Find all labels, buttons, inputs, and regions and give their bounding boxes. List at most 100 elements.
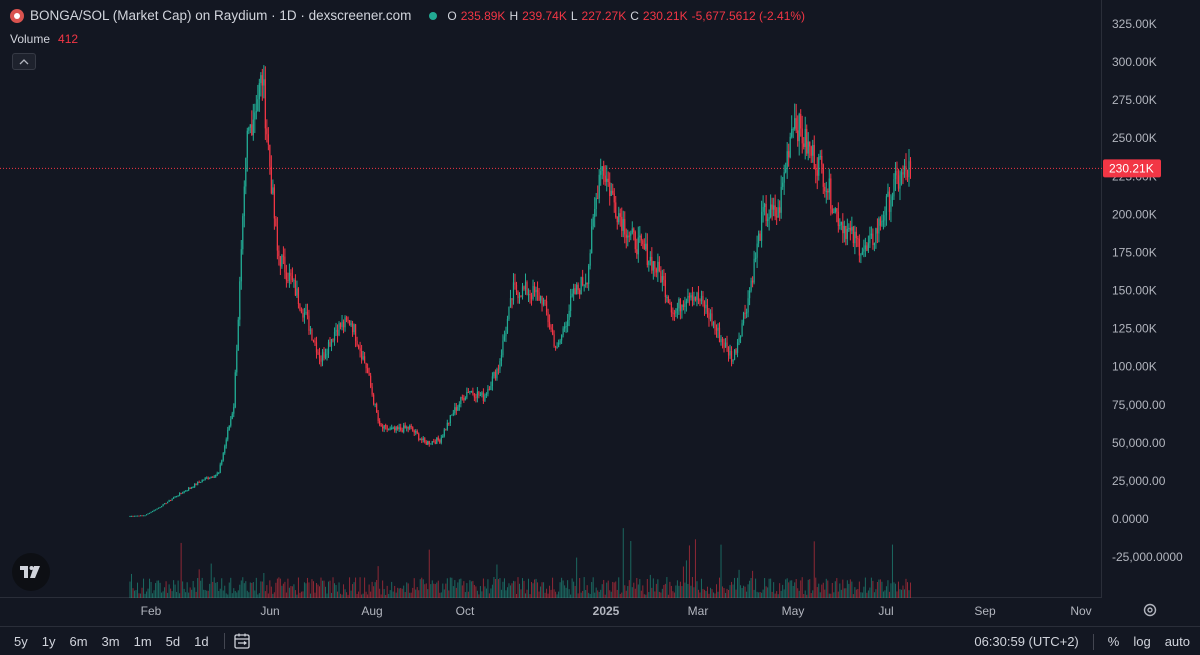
candle-body — [621, 216, 623, 231]
volume-bar — [821, 584, 823, 598]
candle-body — [666, 296, 668, 298]
candle-body — [395, 426, 397, 431]
log-scale-button[interactable]: log — [1133, 634, 1150, 649]
candle-body — [150, 511, 152, 513]
volume-bar — [636, 577, 638, 598]
date-range-icon[interactable] — [233, 632, 251, 650]
candle-body — [133, 515, 136, 517]
period-5d-button[interactable]: 5d — [159, 634, 187, 649]
time-tick-label: 2025 — [593, 604, 620, 618]
candle-body — [782, 182, 784, 187]
candle-body — [848, 227, 850, 229]
volume-bar — [338, 582, 340, 598]
volume-bar — [696, 581, 698, 598]
period-6m-button[interactable]: 6m — [62, 634, 94, 649]
volume-bar — [875, 589, 877, 598]
candle-body — [233, 407, 235, 414]
percent-scale-button[interactable]: % — [1108, 634, 1120, 649]
candle-body — [564, 326, 566, 329]
collapse-legend-button[interactable] — [12, 53, 36, 70]
period-5y-button[interactable]: 5y — [0, 634, 35, 649]
volume-bar — [782, 584, 784, 598]
volume-bar — [303, 582, 305, 598]
volume-bar — [825, 578, 827, 598]
candle-body — [545, 301, 548, 313]
volume-bar — [306, 577, 308, 598]
candle-body — [748, 290, 751, 299]
chart-plot-area[interactable]: BONGA/SOL (Market Cap) on Raydium · 1D ·… — [0, 0, 1102, 598]
volume-bar — [266, 585, 268, 598]
candle-body — [416, 431, 418, 434]
candle-body — [717, 327, 719, 331]
time-axis[interactable]: Feb Jun Aug Oct 2025 Mar May Jul Sep Nov — [0, 598, 1102, 626]
candle-body — [404, 425, 406, 429]
candle-body — [442, 435, 444, 438]
candle-body — [776, 216, 778, 218]
auto-scale-button[interactable]: auto — [1165, 634, 1190, 649]
volume-bar — [582, 590, 584, 598]
period-1m-button[interactable]: 1m — [127, 634, 159, 649]
volume-bar — [353, 582, 355, 598]
clock-display[interactable]: 06:30:59 (UTC+2) — [974, 634, 1078, 649]
candle-body — [568, 310, 570, 321]
volume-bar — [762, 589, 764, 598]
time-tick-label: Sep — [974, 604, 996, 618]
candle-body — [327, 342, 330, 354]
period-1d-button[interactable]: 1d — [187, 634, 215, 649]
candle-body — [454, 407, 456, 414]
ohlc-high-label: H — [509, 8, 519, 23]
settings-gear-icon[interactable] — [1142, 602, 1158, 618]
volume-bar — [452, 586, 454, 598]
candle-body — [773, 205, 775, 210]
candle-body — [446, 422, 448, 430]
price-tick-label: 200.00K — [1112, 207, 1157, 221]
candlestick-chart[interactable] — [0, 0, 1102, 598]
candle-body — [382, 426, 384, 429]
candle-body — [177, 495, 179, 497]
volume-bar — [839, 583, 841, 598]
volume-bar — [377, 566, 379, 598]
candle-body — [591, 226, 593, 254]
volume-bar — [407, 583, 409, 598]
candle-body — [418, 433, 420, 440]
candle-body — [598, 174, 600, 199]
candle-body — [597, 198, 599, 200]
candle-body — [371, 386, 373, 395]
candle-body — [606, 178, 608, 182]
volume-bar — [722, 586, 724, 598]
volume-bar — [436, 582, 438, 598]
candle-body — [278, 250, 280, 257]
candle-body — [860, 254, 862, 256]
candle-body — [857, 238, 859, 240]
candle-body — [314, 341, 316, 343]
volume-bar — [454, 580, 456, 598]
candle-body — [628, 235, 630, 237]
ohlc-low-label: L — [570, 8, 578, 23]
candle-body — [592, 217, 594, 227]
candle-body — [703, 301, 706, 309]
candle-body — [902, 172, 904, 175]
volume-bar — [661, 588, 663, 598]
candle-body — [515, 285, 518, 293]
candle-body — [135, 515, 137, 517]
candle-body — [391, 428, 393, 430]
candle-body — [324, 354, 327, 358]
period-3m-button[interactable]: 3m — [95, 634, 127, 649]
volume-bar — [663, 584, 665, 598]
candle-body — [551, 329, 554, 335]
candle-body — [353, 324, 355, 333]
candle-body — [284, 256, 286, 273]
volume-bar — [320, 577, 322, 598]
candle-body — [636, 249, 638, 255]
volume-bar — [463, 581, 465, 598]
tradingview-logo-icon[interactable] — [12, 553, 50, 591]
volume-bar — [394, 585, 396, 598]
price-axis[interactable]: 325.00K300.00K275.00K250.00K225.00K200.0… — [1102, 0, 1200, 598]
candle-body — [657, 261, 659, 273]
volume-bar — [191, 589, 193, 598]
candle-body — [685, 301, 688, 304]
candle-body — [398, 427, 400, 430]
period-1y-button[interactable]: 1y — [35, 634, 63, 649]
candle-body — [547, 312, 549, 323]
candle-body — [230, 418, 232, 426]
